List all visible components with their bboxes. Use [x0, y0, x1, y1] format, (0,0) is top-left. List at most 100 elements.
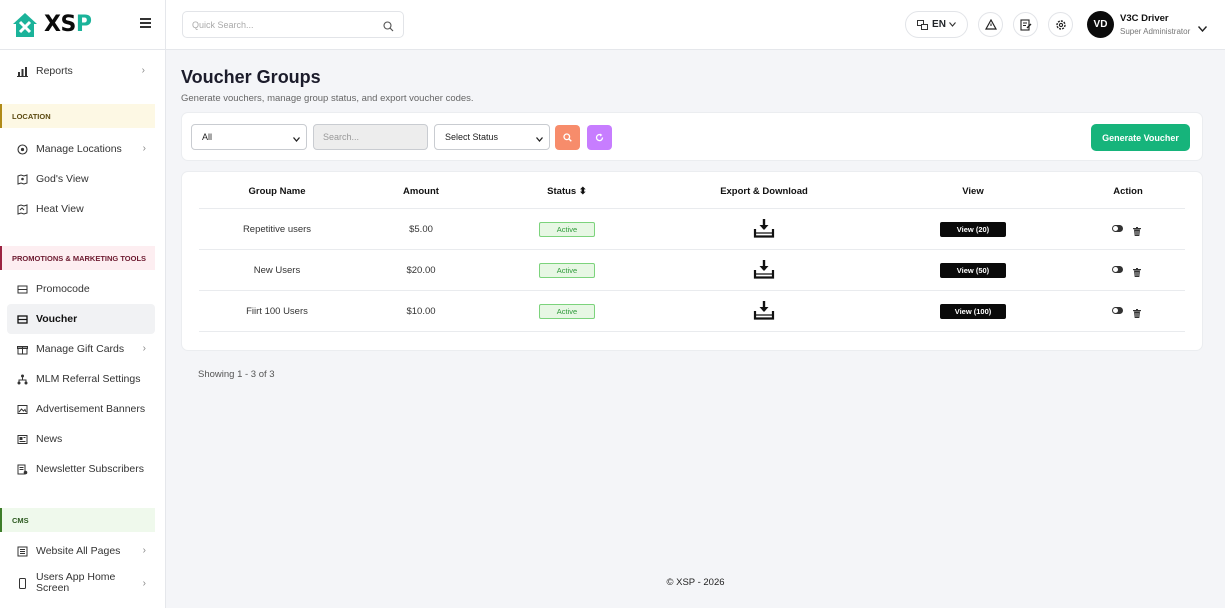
sidebar-item-newsletter-subscribers[interactable]: Newsletter Subscribers: [0, 454, 166, 484]
chevron-down-icon: [293, 134, 300, 144]
status-toggle[interactable]: [1112, 225, 1123, 232]
sidebar-item-label: Manage Locations: [36, 143, 122, 155]
status-badge: Active: [539, 263, 595, 278]
generate-voucher-button[interactable]: Generate Voucher: [1091, 124, 1190, 151]
download-icon[interactable]: [753, 259, 775, 284]
chevron-down-icon: [536, 134, 543, 144]
voucher-icon: [16, 313, 28, 325]
type-select[interactable]: All: [191, 124, 307, 150]
pages-icon: [16, 545, 28, 557]
footer-copyright: © XSP - 2026: [666, 577, 725, 588]
sidebar-item-gods-view[interactable]: God's View: [0, 164, 166, 194]
quick-search[interactable]: [182, 11, 404, 38]
amount-cell: $10.00: [406, 306, 436, 317]
status-select[interactable]: Select Status: [434, 124, 550, 150]
search-field[interactable]: [313, 124, 428, 150]
sidebar-item-mlm-referral[interactable]: MLM Referral Settings: [0, 364, 166, 394]
sidebar-item-promocode[interactable]: Promocode: [0, 274, 166, 304]
trash-icon[interactable]: [1133, 305, 1141, 323]
logo-text[interactable]: XSP: [44, 12, 92, 37]
status-badge: Active: [539, 222, 595, 237]
sidebar-item-label: Website All Pages: [36, 545, 121, 557]
sidebar-item-label: Manage Gift Cards: [36, 343, 125, 355]
search-icon[interactable]: [383, 19, 394, 37]
reset-button[interactable]: [587, 125, 612, 150]
section-promotions: PROMOTIONS & MARKETING TOOLS: [0, 246, 155, 270]
sidebar-item-label: Reports: [36, 65, 73, 77]
sidebar-item-label: News: [36, 433, 63, 445]
heat-map-icon: [16, 203, 28, 215]
chevron-down-icon: [949, 22, 956, 27]
ticket-icon: [16, 283, 28, 295]
status-toggle[interactable]: [1112, 307, 1123, 314]
section-cms: CMS: [0, 508, 155, 532]
view-codes-button[interactable]: View (100): [940, 304, 1006, 319]
view-codes-button[interactable]: View (20): [940, 222, 1006, 237]
logo-bar: XSP: [0, 0, 165, 50]
status-select-value: Select Status: [445, 132, 499, 142]
col-export: Export & Download: [720, 186, 808, 197]
search-icon: [563, 133, 572, 142]
sidebar-item-manage-gift-cards[interactable]: Manage Gift Cards ›: [0, 334, 166, 364]
edit-note-icon: [1019, 18, 1032, 31]
translate-icon: [917, 19, 929, 30]
table-row: Fiirt 100 Users $10.00 Active View (100): [199, 291, 1185, 332]
sidebar-item-label: Newsletter Subscribers: [36, 463, 144, 475]
pagination-summary: Showing 1 - 3 of 3: [198, 369, 275, 380]
gift-icon: [16, 343, 28, 355]
gear-icon: [1055, 19, 1067, 31]
notes-button[interactable]: [1013, 12, 1038, 37]
chevron-right-icon: ›: [142, 545, 146, 556]
page-subtitle: Generate vouchers, manage group status, …: [181, 93, 474, 104]
col-status-label: Status: [547, 186, 577, 197]
search-button[interactable]: [555, 125, 580, 150]
language-switcher[interactable]: EN: [905, 11, 968, 38]
map-view-icon: [16, 173, 28, 185]
user-menu-chevron-icon[interactable]: [1197, 19, 1208, 37]
group-name-cell: Repetitive users: [242, 224, 312, 235]
download-icon[interactable]: [753, 218, 775, 243]
voucher-groups-table: Group Name Amount Status ⬍ Export & Down…: [181, 171, 1203, 351]
group-name-cell: Fiirt 100 Users: [246, 306, 308, 317]
alert-button[interactable]: [978, 12, 1003, 37]
table-row: Repetitive users $5.00 Active View (20): [199, 209, 1185, 250]
sidebar-item-advertisement-banners[interactable]: Advertisement Banners: [0, 394, 166, 424]
col-status[interactable]: Status ⬍: [547, 186, 587, 197]
sidebar-item-label: MLM Referral Settings: [36, 373, 141, 385]
col-amount: Amount: [403, 186, 439, 197]
user-role: Super Administrator: [1120, 27, 1191, 36]
sidebar-item-news[interactable]: News: [0, 424, 166, 454]
sidebar-item-heat-view[interactable]: Heat View: [0, 194, 166, 224]
sidebar-item-label: Users App Home Screen: [36, 571, 116, 594]
subscribers-icon: [16, 463, 28, 475]
sidebar-item-reports[interactable]: Reports ›: [0, 56, 165, 86]
chevron-right-icon: ›: [142, 578, 146, 589]
sort-icon[interactable]: ⬍: [579, 186, 587, 197]
status-toggle[interactable]: [1112, 266, 1123, 273]
status-badge: Active: [539, 304, 595, 319]
filter-bar: All Select Status Generate Voucher: [181, 112, 1203, 161]
view-codes-button[interactable]: View (50): [940, 263, 1006, 278]
quick-search-input[interactable]: [183, 12, 363, 37]
sidebar-item-voucher[interactable]: Voucher: [7, 304, 155, 334]
sidebar-item-manage-locations[interactable]: Manage Locations ›: [0, 134, 166, 164]
table-row: New Users $20.00 Active View (50): [199, 250, 1185, 291]
mobile-icon: [16, 577, 28, 589]
language-label: EN: [932, 19, 946, 30]
col-view: View: [962, 186, 984, 197]
sidebar-item-label: God's View: [36, 173, 89, 185]
settings-button[interactable]: [1048, 12, 1073, 37]
xsp-logo-icon[interactable]: [10, 10, 40, 40]
newspaper-icon: [16, 433, 28, 445]
user-name[interactable]: V3C Driver: [1120, 13, 1169, 24]
user-avatar[interactable]: VD: [1087, 11, 1114, 38]
table-header: Group Name Amount Status ⬍ Export & Down…: [199, 172, 1185, 209]
trash-icon[interactable]: [1133, 223, 1141, 241]
search-input[interactable]: [314, 125, 427, 149]
download-icon[interactable]: [753, 300, 775, 325]
hamburger-menu-icon[interactable]: [140, 18, 151, 28]
sidebar-item-users-app-home[interactable]: Users App Home Screen ›: [0, 566, 166, 600]
trash-icon[interactable]: [1133, 264, 1141, 282]
location-pin-icon: [16, 143, 28, 155]
sidebar-item-website-all-pages[interactable]: Website All Pages ›: [0, 536, 166, 566]
